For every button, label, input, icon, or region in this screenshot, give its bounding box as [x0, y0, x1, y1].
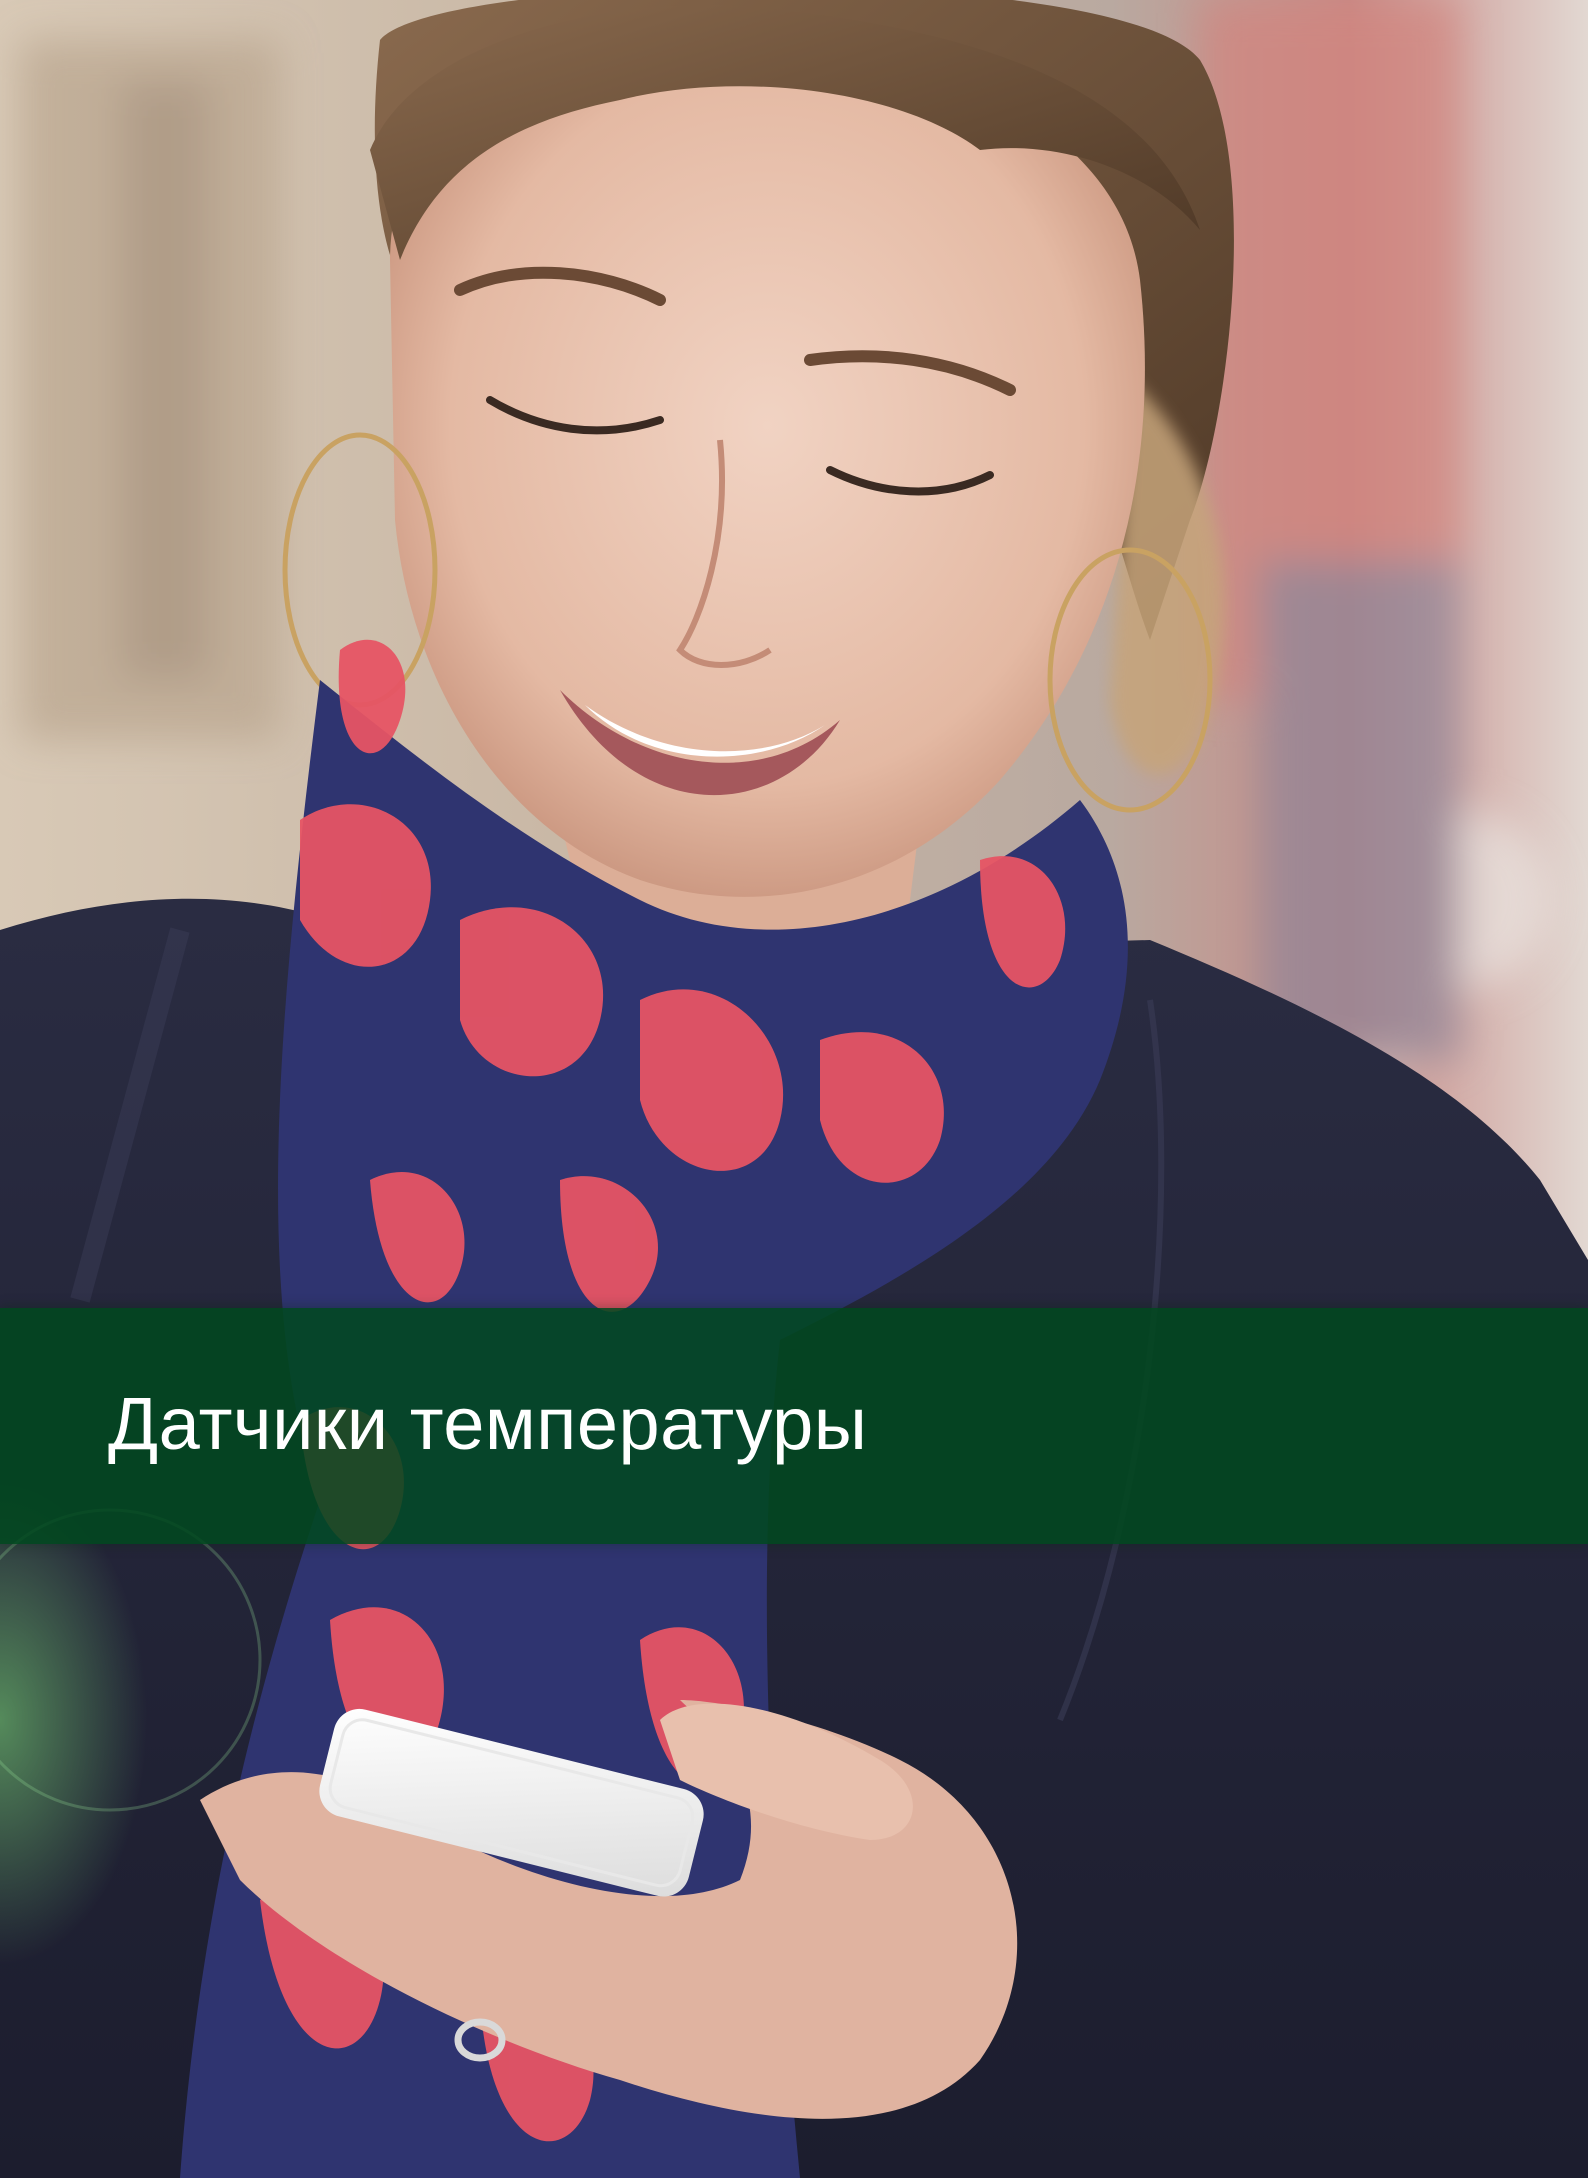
cover-photo [0, 0, 1588, 2178]
page-title: Датчики температуры [108, 1382, 868, 1465]
cover-page: Датчики температуры [0, 0, 1588, 2178]
